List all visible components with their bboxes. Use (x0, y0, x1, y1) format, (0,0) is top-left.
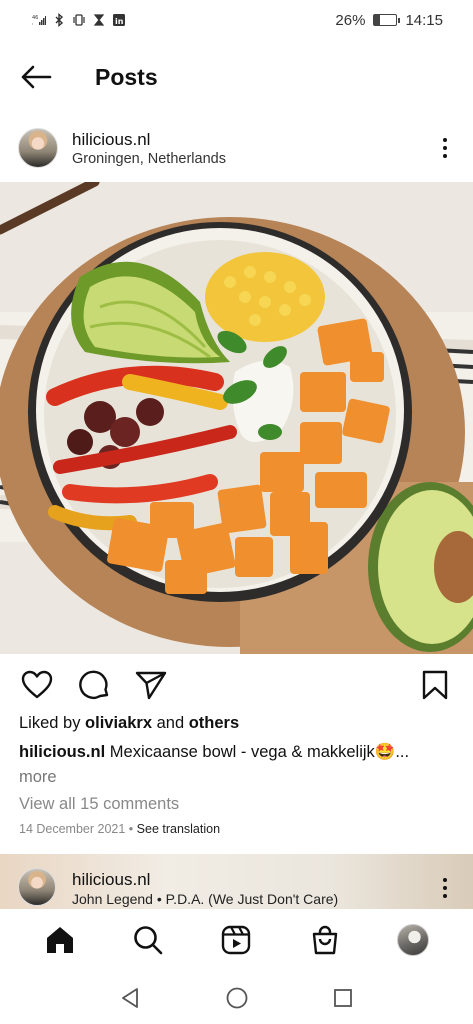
hourglass-icon (93, 14, 105, 26)
comment-button[interactable] (78, 668, 112, 702)
system-back-button[interactable] (117, 984, 145, 1012)
system-home-button[interactable] (223, 984, 251, 1012)
caption-more-link[interactable]: more (19, 768, 57, 786)
vibrate-icon (73, 14, 85, 26)
post-image[interactable] (0, 182, 473, 654)
svg-text:in: in (115, 17, 124, 26)
post-user-info: hilicious.nl Groningen, Netherlands (72, 130, 226, 167)
signal-icon: 46 ₗ (32, 15, 46, 27)
bookmark-icon (422, 670, 448, 700)
bottom-nav (0, 909, 473, 971)
more-vertical-icon (443, 878, 447, 882)
battery-icon (373, 14, 401, 26)
next-post-avatar[interactable] (18, 868, 56, 906)
post-options-button[interactable] (433, 134, 457, 162)
post-location[interactable]: Groningen, Netherlands (72, 151, 226, 167)
caption-text: Mexicaanse bowl - vega & makkelijk🤩... (105, 743, 410, 761)
system-recents-button[interactable] (329, 984, 357, 1012)
recents-square-icon (333, 988, 352, 1007)
nav-home[interactable] (38, 918, 82, 962)
send-icon (135, 671, 167, 700)
nav-reels[interactable] (214, 918, 258, 962)
reels-icon (222, 925, 251, 955)
food-bowl-image (0, 182, 473, 654)
shop-icon (312, 925, 337, 955)
home-icon (47, 927, 74, 953)
next-post-options-button[interactable] (433, 878, 457, 906)
save-button[interactable] (418, 668, 452, 702)
post-meta: 14 December 2021 • See translation (19, 822, 220, 836)
meta-separator: • (125, 822, 137, 836)
home-circle-icon (226, 987, 247, 1008)
status-bar: 46 ₗ in 26% 14:15 (0, 0, 473, 40)
view-comments-link[interactable]: View all 15 comments (19, 795, 179, 814)
svg-text:46: 46 (32, 15, 38, 21)
post-username[interactable]: hilicious.nl (72, 130, 226, 150)
profile-avatar (396, 924, 429, 956)
clock: 14:15 (405, 11, 443, 29)
battery-percent: 26% (335, 11, 366, 29)
nav-shop[interactable] (303, 918, 347, 962)
app-header: Posts (0, 48, 473, 106)
linkedin-icon: in (113, 14, 125, 26)
arrow-left-icon (21, 65, 52, 89)
post-header: hilicious.nl Groningen, Netherlands (0, 122, 473, 174)
more-vertical-icon (443, 138, 447, 142)
page-title: Posts (95, 63, 158, 90)
svg-text:ₗ: ₗ (32, 21, 33, 27)
system-nav (0, 971, 473, 1024)
status-right: 26% 14:15 (335, 12, 443, 29)
next-post-music[interactable]: John Legend • P.D.A. (We Just Don't Care… (72, 891, 338, 907)
back-triangle-icon (121, 987, 138, 1008)
nav-profile[interactable] (391, 918, 435, 962)
caption-username[interactable]: hilicious.nl (19, 743, 105, 761)
like-button[interactable] (20, 668, 54, 702)
likes-line: Liked by oliviakrx and others (19, 714, 239, 733)
likes-others[interactable]: others (189, 714, 239, 732)
heart-icon (21, 670, 53, 699)
back-button[interactable] (6, 48, 66, 106)
post-date: 14 December 2021 (19, 822, 126, 836)
status-left-icons: 46 ₗ in (32, 13, 126, 27)
share-button[interactable] (134, 668, 168, 702)
post-caption: hilicious.nl Mexicaanse bowl - vega & ma… (19, 740, 449, 790)
bluetooth-icon (55, 13, 64, 27)
next-post-username[interactable]: hilicious.nl (72, 870, 150, 890)
comment-icon (79, 670, 109, 699)
likes-mid: and (152, 714, 189, 732)
liked-by-user[interactable]: oliviakrx (85, 714, 152, 732)
post-actions (0, 664, 473, 704)
nav-search[interactable] (126, 918, 170, 962)
next-post-header: hilicious.nl John Legend • P.D.A. (We Ju… (0, 854, 473, 909)
likes-prefix: Liked by (19, 714, 86, 732)
avatar[interactable] (18, 128, 58, 168)
see-translation-link[interactable]: See translation (137, 822, 220, 836)
search-icon (134, 926, 163, 955)
